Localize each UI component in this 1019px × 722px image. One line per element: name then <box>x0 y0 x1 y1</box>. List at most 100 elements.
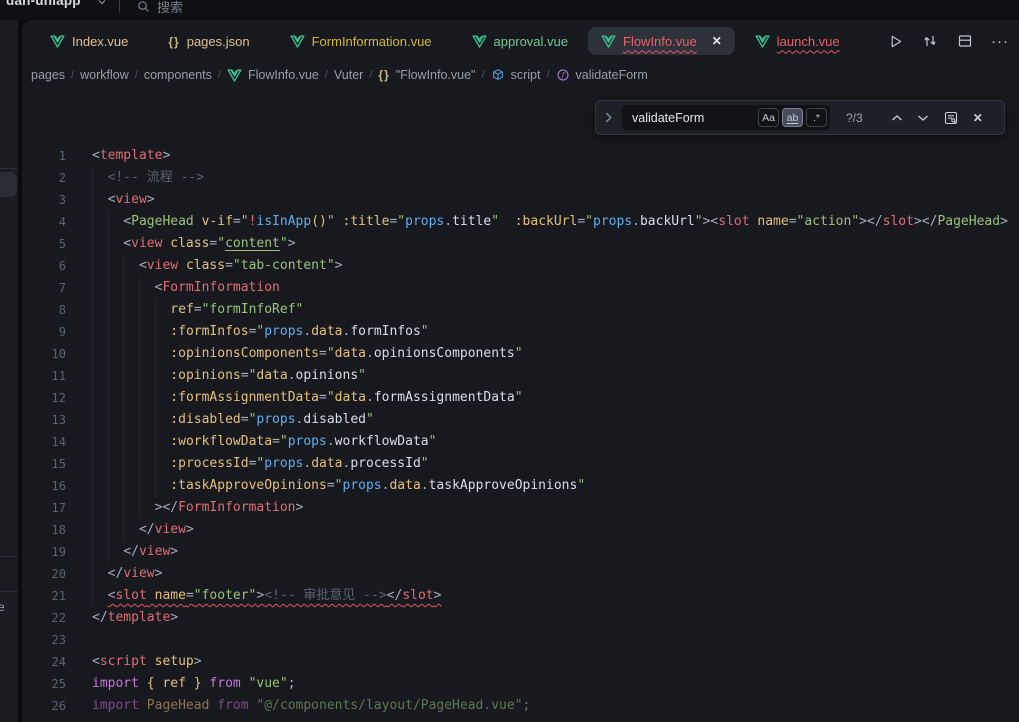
line-number: 11 <box>22 365 66 387</box>
breadcrumb-item-workflow[interactable]: workflow <box>80 68 129 82</box>
breadcrumb-item-vuter[interactable]: Vuter <box>334 68 363 82</box>
regex-button[interactable]: .* <box>806 108 827 127</box>
line-number: 25 <box>22 673 66 695</box>
workspace-title[interactable]: dan-uniapp <box>6 0 81 8</box>
code-line-12[interactable]: 12:formAssignmentData="data.formAssignme… <box>22 387 1019 409</box>
line-number: 23 <box>22 629 66 651</box>
braces-icon: {} <box>378 68 389 82</box>
line-number: 10 <box>22 343 66 365</box>
chevron-down-icon[interactable] <box>97 0 107 7</box>
code-line-21[interactable]: 21<slot name="footer"><!-- 审批意见 --></slo… <box>22 585 1019 607</box>
code-text: :workflowData="props.workflowData" <box>92 431 436 453</box>
code-line-5[interactable]: 5<view class="content"> <box>22 233 1019 255</box>
code-line-20[interactable]: 20</view> <box>22 563 1019 585</box>
code-line-13[interactable]: 13:disabled="props.disabled" <box>22 409 1019 431</box>
code-line-25[interactable]: 25 import { ref } from "vue"; <box>22 673 1019 695</box>
tab-label: FormInformation.vue <box>312 34 432 49</box>
line-number: 7 <box>22 277 66 299</box>
editor-panel: Index.vue{}pages.json FormInformation.vue… <box>22 20 1019 722</box>
line-number: 22 <box>22 607 66 629</box>
line-number: 17 <box>22 497 66 519</box>
breadcrumb-item-components[interactable]: components <box>144 68 212 82</box>
code-line-26[interactable]: 26import PageHead from "@/components/lay… <box>22 695 1019 717</box>
tab-launch-vue[interactable]: launch.vue <box>735 27 860 55</box>
title-bar: dan-uniapp 搜索 <box>0 0 1019 20</box>
line-number: 6 <box>22 255 66 277</box>
breadcrumb-item-pages[interactable]: pages <box>31 68 65 82</box>
vue-icon <box>472 35 487 48</box>
find-in-selection-icon[interactable] <box>943 110 959 126</box>
code-text: </view> <box>92 541 178 563</box>
run-icon[interactable] <box>886 32 904 50</box>
vue-icon <box>290 35 305 48</box>
tab-approval-vue[interactable]: approval.vue <box>452 27 588 55</box>
close-icon[interactable]: ✕ <box>712 34 722 48</box>
code-text: :opinionsComponents="data.opinionsCompon… <box>92 343 523 365</box>
sidebar-item-highlight[interactable] <box>0 172 17 197</box>
code-line-23[interactable]: 23 <box>22 629 1019 651</box>
code-line-9[interactable]: 9:formInfos="props.data.formInfos" <box>22 321 1019 343</box>
breadcrumb-separator: / <box>369 69 372 81</box>
divider <box>0 591 18 592</box>
svg-text:f: f <box>560 71 565 80</box>
match-case-button[interactable]: Aa <box>758 108 779 127</box>
compare-changes-icon[interactable] <box>921 32 939 50</box>
code-line-15[interactable]: 15:processId="props.data.processId" <box>22 453 1019 475</box>
more-actions-icon[interactable]: ··· <box>991 32 1009 50</box>
code-line-19[interactable]: 19</view> <box>22 541 1019 563</box>
code-line-22[interactable]: 22</template> <box>22 607 1019 629</box>
tab-index-vue[interactable]: Index.vue <box>30 27 148 55</box>
code-line-1[interactable]: 1<template> <box>22 145 1019 167</box>
code-text: :processId="props.data.processId" <box>92 453 429 475</box>
code-text: ></FormInformation> <box>92 497 303 519</box>
line-number: 16 <box>22 475 66 497</box>
tab-forminformation-vue[interactable]: FormInformation.vue <box>270 27 452 55</box>
find-widget: Aa ab .* ?/3 ✕ <box>595 100 1005 135</box>
toggle-replace-button[interactable] <box>604 112 618 123</box>
code-line-7[interactable]: 7 <FormInformation <box>22 277 1019 299</box>
code-line-24[interactable]: 24<script setup> <box>22 651 1019 673</box>
search-box[interactable]: 搜索 <box>137 0 183 16</box>
breadcrumb-item-flowinfo-vue[interactable]: FlowInfo.vue <box>227 68 319 82</box>
next-match-button[interactable] <box>917 114 929 122</box>
breadcrumb-separator: / <box>546 69 549 81</box>
code-line-6[interactable]: 6<view class="tab-content"> <box>22 255 1019 277</box>
tab-pages-json[interactable]: {}pages.json <box>148 27 269 55</box>
match-count: ?/3 <box>846 111 863 125</box>
code-line-16[interactable]: 16:taskApproveOpinions="props.data.taskA… <box>22 475 1019 497</box>
breadcrumb-item-script[interactable]: script <box>491 68 541 82</box>
module-icon <box>491 68 505 82</box>
code-text: import PageHead from "@/components/layou… <box>92 695 530 717</box>
code-text: :formInfos="props.data.formInfos" <box>92 321 429 343</box>
tab-flowinfo-vue[interactable]: FlowInfo.vue✕ <box>588 27 735 55</box>
breadcrumb-label: "FlowInfo.vue" <box>396 68 476 82</box>
code-line-3[interactable]: 3<view> <box>22 189 1019 211</box>
code-line-8[interactable]: 8ref="formInfoRef" <box>22 299 1019 321</box>
code-text: </view> <box>92 519 194 541</box>
line-number: 24 <box>22 651 66 673</box>
code-content[interactable]: 1<template>2<!-- 流程 -->3<view>4<PageHead… <box>22 88 1019 717</box>
code-line-18[interactable]: 18</view> <box>22 519 1019 541</box>
previous-match-button[interactable] <box>891 114 903 122</box>
code-editor[interactable]: 1<template>2<!-- 流程 -->3<view>4<PageHead… <box>22 88 1019 722</box>
code-line-10[interactable]: 10 :opinionsComponents="data.opinionsComp… <box>22 343 1019 365</box>
code-text: <FormInformation <box>92 277 280 299</box>
code-text: import { ref } from "vue"; <box>92 673 296 695</box>
vue-icon <box>601 35 616 48</box>
code-line-2[interactable]: 2<!-- 流程 --> <box>22 167 1019 189</box>
code-line-17[interactable]: 17 ></FormInformation> <box>22 497 1019 519</box>
code-line-4[interactable]: 4<PageHead v-if="!isInApp()" :title="pro… <box>22 211 1019 233</box>
breadcrumb-item-validateform[interactable]: fvalidateForm <box>556 68 648 82</box>
code-line-14[interactable]: 14:workflowData="props.workflowData" <box>22 431 1019 453</box>
find-input[interactable] <box>630 110 755 126</box>
breadcrumb-item--flowinfo-vue-[interactable]: {} "FlowInfo.vue" <box>378 68 475 82</box>
find-input-box: Aa ab .* <box>622 105 830 130</box>
close-find-button[interactable]: ✕ <box>973 111 983 125</box>
line-number: 5 <box>22 233 66 255</box>
sidebar-truncated-label: e <box>0 600 5 614</box>
whole-word-button[interactable]: ab <box>782 108 803 127</box>
code-line-11[interactable]: 11:opinions="data.opinions" <box>22 365 1019 387</box>
breadcrumb-label: components <box>144 68 212 82</box>
line-number: 2 <box>22 167 66 189</box>
split-editor-icon[interactable] <box>956 32 974 50</box>
